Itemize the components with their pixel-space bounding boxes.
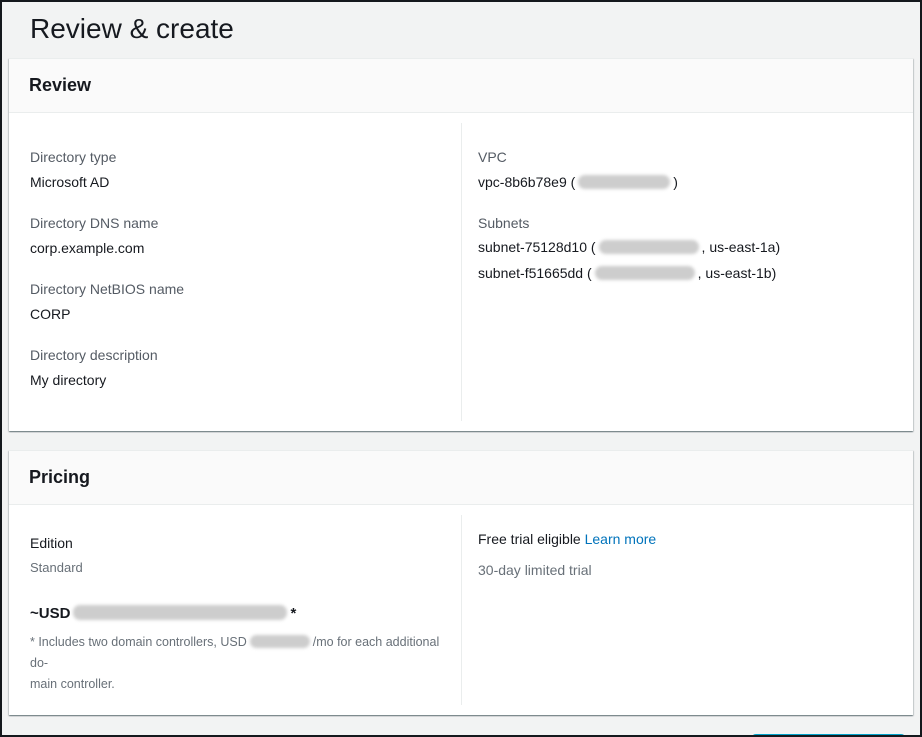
- pricing-card-body: Edition Standard ~USD * * Includes two do…: [9, 505, 913, 715]
- pricing-right-column: Free trial eligible Learn more 30-day li…: [462, 515, 913, 705]
- vpc-label: VPC: [478, 147, 893, 167]
- directory-description-label: Directory description: [30, 345, 441, 365]
- pricing-card: Pricing Edition Standard ~USD * * Include…: [9, 450, 913, 715]
- subnet-1-prefix: subnet-75128d10 (: [478, 239, 596, 255]
- redacted-subnet-1-name: [599, 240, 699, 254]
- review-create-page: Review & create Review Directory type Mi…: [0, 0, 922, 737]
- trial-detail-text: 30-day limited trial: [478, 560, 893, 580]
- price-asterisk: *: [290, 605, 296, 622]
- directory-netbios-name-label: Directory NetBIOS name: [30, 279, 441, 299]
- review-card-body: Directory type Microsoft AD Directory DN…: [9, 113, 913, 431]
- directory-type-label: Directory type: [30, 147, 441, 167]
- review-left-column: Directory type Microsoft AD Directory DN…: [9, 123, 462, 421]
- free-trial-line: Free trial eligible Learn more: [478, 529, 893, 549]
- review-card-header: Review: [9, 59, 913, 113]
- vpc-value-prefix: vpc-8b6b78e9 (: [478, 174, 575, 190]
- directory-netbios-name-value: CORP: [30, 304, 441, 324]
- directory-type-value: Microsoft AD: [30, 172, 441, 192]
- review-header-title: Review: [29, 75, 893, 96]
- review-right-column: VPC vpc-8b6b78e9 () Subnets subnet-75128…: [462, 123, 913, 421]
- directory-description-field: Directory description My directory: [30, 345, 441, 390]
- directory-dns-name-label: Directory DNS name: [30, 213, 441, 233]
- subnet-2-prefix: subnet-f51665dd (: [478, 265, 592, 281]
- footnote-line2: main controller.: [30, 674, 441, 695]
- redacted-price-amount: [73, 605, 287, 620]
- directory-dns-name-field: Directory DNS name corp.example.com: [30, 213, 441, 258]
- directory-type-field: Directory type Microsoft AD: [30, 147, 441, 192]
- price-group: ~USD * * Includes two domain controllers,…: [30, 604, 441, 695]
- vpc-field: VPC vpc-8b6b78e9 (): [478, 147, 893, 192]
- learn-more-link[interactable]: Learn more: [585, 531, 657, 547]
- pricing-left-column: Edition Standard ~USD * * Includes two do…: [9, 515, 462, 705]
- pricing-header-title: Pricing: [29, 467, 893, 488]
- footnote-prefix: * Includes two domain controllers, USD: [30, 635, 247, 649]
- subnet-value-2: subnet-f51665dd ( , us-east-1b): [478, 261, 893, 285]
- subnet-1-suffix: , us-east-1a): [702, 239, 781, 255]
- directory-dns-name-value: corp.example.com: [30, 238, 441, 258]
- subnet-value-1: subnet-75128d10 ( , us-east-1a): [478, 235, 893, 259]
- edition-field: Edition Standard: [30, 533, 441, 577]
- subnets-label: Subnets: [478, 213, 893, 233]
- price-line: ~USD *: [30, 604, 441, 624]
- directory-netbios-name-field: Directory NetBIOS name CORP: [30, 279, 441, 324]
- subnets-field: Subnets subnet-75128d10 ( , us-east-1a) s…: [478, 213, 893, 285]
- edition-label: Edition: [30, 533, 441, 553]
- footer-actions: Cancel Previous Create directory: [2, 715, 920, 737]
- review-card: Review Directory type Microsoft AD Direc…: [9, 58, 913, 431]
- free-trial-text: Free trial eligible: [478, 531, 585, 547]
- directory-description-value: My directory: [30, 370, 441, 390]
- pricing-card-header: Pricing: [9, 451, 913, 505]
- vpc-value: vpc-8b6b78e9 (): [478, 172, 893, 192]
- price-prefix: ~USD: [30, 605, 70, 622]
- subnet-2-suffix: , us-east-1b): [698, 265, 777, 281]
- page-title: Review & create: [2, 2, 920, 46]
- redacted-subnet-2-name: [595, 266, 695, 280]
- redacted-footnote-amount: [250, 635, 310, 648]
- redacted-vpc-name: [578, 175, 670, 189]
- price-footnote: * Includes two domain controllers, USD/m…: [30, 632, 441, 695]
- vpc-value-suffix: ): [673, 174, 678, 190]
- edition-value: Standard: [30, 559, 441, 577]
